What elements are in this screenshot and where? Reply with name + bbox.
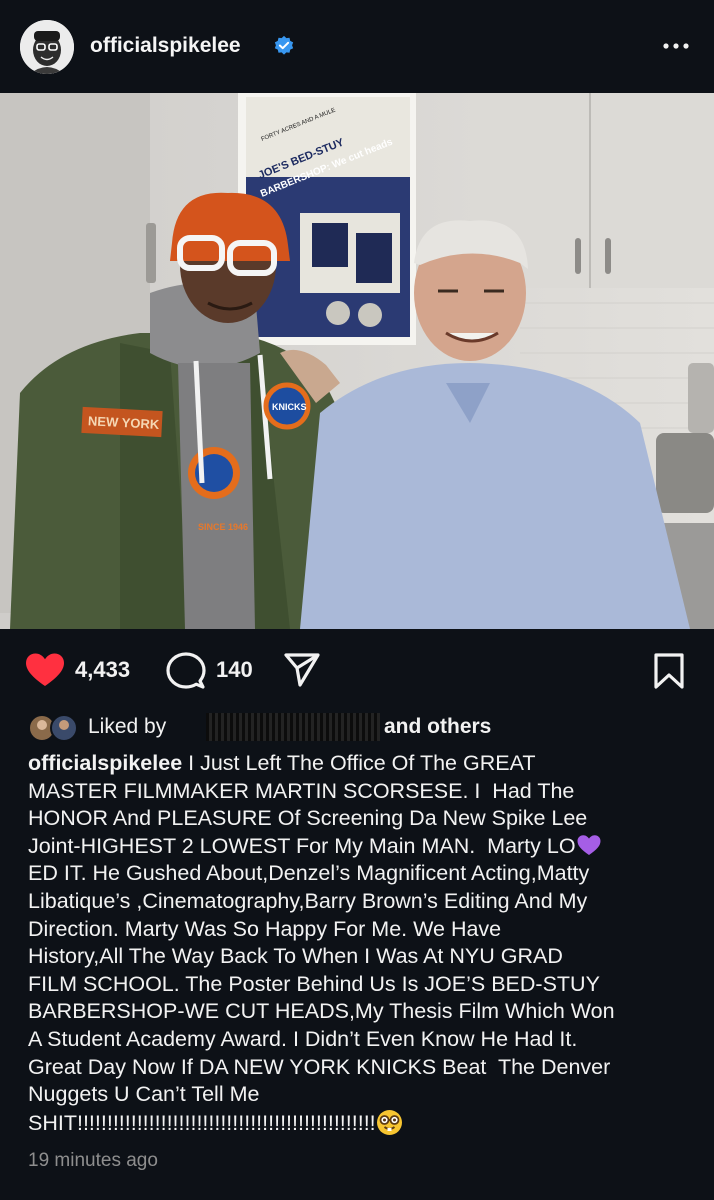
post-actions: 4,433 140 [0, 640, 714, 700]
caption-line-7: Direction. Marty Was So Happy For Me. We… [28, 916, 502, 941]
post-header: officialspikelee [0, 0, 714, 93]
caption-line-8: History,All The Way Back To When I Was A… [28, 944, 563, 969]
caption-line-9: FILM SCHOOL. The Poster Behind Us Is JOE… [28, 971, 600, 996]
post-username[interactable]: officialspikelee [90, 34, 241, 58]
nerd-face-emoji-icon [376, 1109, 402, 1135]
liked-by-label: Liked by [88, 715, 167, 738]
more-options-icon[interactable] [662, 36, 690, 56]
knicks-patch-text: KNICKS [272, 402, 307, 412]
post-timestamp: 19 minutes ago [28, 1150, 158, 1171]
caption-line-4: Joint-HIGHEST 2 LOWEST For My Main MAN. … [28, 833, 576, 858]
liked-by-avatars [28, 714, 78, 742]
caption-line-3: HONOR And PLEASURE Of Screening Da New S… [28, 806, 588, 831]
verified-badge-icon [274, 35, 294, 55]
caption-username[interactable]: officialspikelee [28, 751, 182, 775]
caption-line-6: Libatique’s ,Cinematography,Barry Brown’… [28, 888, 588, 913]
post-photo[interactable]: FORTY ACRES AND A MULE JOE'S BED-STUY BA… [0, 93, 714, 629]
caption-line-14: SHIT!!!!!!!!!!!!!!!!!!!!!!!!!!!!!!!!!!!!… [28, 1110, 376, 1135]
redacted-username [206, 713, 380, 741]
purple-heart-emoji-icon [577, 834, 601, 855]
hoodie-text: SINCE 1946 [198, 522, 248, 532]
heart-icon[interactable] [24, 652, 66, 688]
caption-line-5: ED IT. He Gushed About,Denzel’s Magnific… [28, 861, 590, 886]
comment-count[interactable]: 140 [216, 657, 253, 683]
share-icon[interactable] [283, 652, 321, 688]
profile-avatar[interactable] [20, 20, 74, 74]
post-caption: officialspikelee I Just Left The Office … [28, 750, 692, 1137]
like-count[interactable]: 4,433 [75, 657, 130, 683]
caption-line-12: Great Day Now If DA NEW YORK KNICKS Beat… [28, 1054, 611, 1079]
caption-line-10: BARBERSHOP-WE CUT HEADS,My Thesis Film W… [28, 999, 615, 1024]
and-others-link[interactable]: and others [384, 715, 491, 739]
liked-by-row[interactable]: Liked by and others [28, 712, 688, 744]
avatar-illustration [20, 20, 74, 74]
caption-line-1: I Just Left The Office Of The GREAT [182, 751, 536, 775]
caption-line-13: Nuggets U Can’t Tell Me [28, 1082, 260, 1107]
comment-icon[interactable] [166, 652, 206, 690]
photo-illustration: FORTY ACRES AND A MULE JOE'S BED-STUY BA… [0, 93, 714, 629]
caption-line-11: A Student Academy Award. I Didn’t Even K… [28, 1026, 578, 1051]
caption-line-2: MASTER FILMMAKER MARTIN SCORSESE. I Had … [28, 778, 575, 803]
bookmark-icon[interactable] [652, 652, 686, 690]
